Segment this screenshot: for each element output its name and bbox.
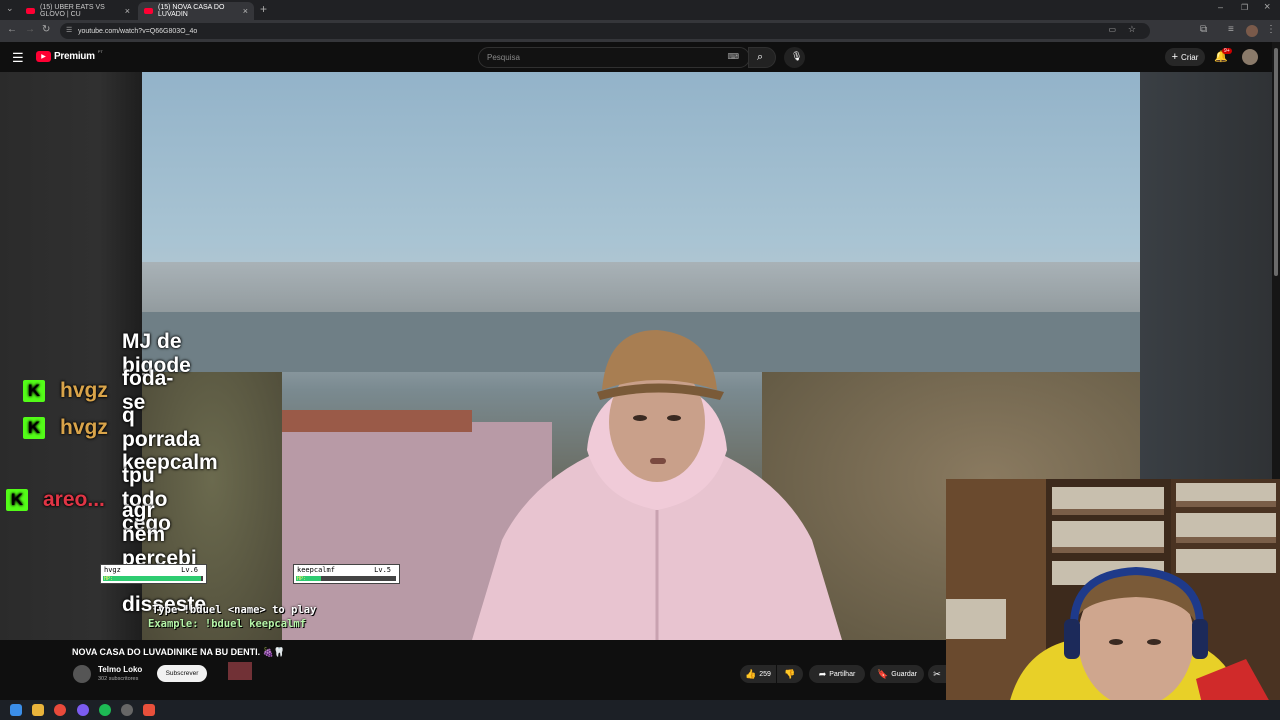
- duel-player-level: Lv.6: [181, 566, 198, 574]
- channel-name[interactable]: Telmo Loko: [98, 665, 142, 674]
- chat-username: hvgz: [60, 416, 108, 439]
- chrome-icon[interactable]: [54, 704, 66, 716]
- hp-bar-fill: [103, 576, 201, 581]
- brave-icon[interactable]: [143, 704, 155, 716]
- address-bar-row: ← → ↻ ☰ youtube.com/watch?v=Q66G803O_4o …: [0, 20, 1280, 42]
- reload-icon[interactable]: ↻: [42, 24, 50, 35]
- back-icon[interactable]: ←: [7, 24, 17, 35]
- chat-overlay: MJ de bigode K hvgz foda-se K hvgz q por…: [0, 72, 420, 640]
- duel-player-card: keepcalmf Lv.5 HP:: [293, 564, 400, 584]
- voice-search-button[interactable]: 🎙: [784, 47, 805, 68]
- close-icon[interactable]: ×: [243, 6, 248, 16]
- create-button[interactable]: + Criar: [1165, 48, 1205, 66]
- kick-badge-icon: K: [6, 489, 28, 511]
- minimize-icon[interactable]: –: [1218, 2, 1223, 12]
- subscriber-count: 302 subscritores: [98, 676, 139, 682]
- windows-taskbar: [0, 700, 1280, 720]
- search-icon: ⌕: [757, 51, 764, 63]
- microphone-icon: 🎙: [791, 51, 803, 61]
- share-button[interactable]: ➦ Partilhar: [809, 665, 865, 683]
- subscribe-button[interactable]: Subscrever: [157, 665, 207, 682]
- hp-label: HP:: [297, 576, 307, 582]
- browser-menu-icon[interactable]: ⋮: [1266, 24, 1276, 35]
- plus-icon: +: [1171, 51, 1179, 63]
- install-icon[interactable]: ▭: [1108, 25, 1116, 34]
- dislike-button[interactable]: 👎: [777, 665, 803, 683]
- site-info-icon[interactable]: ☰: [66, 26, 72, 34]
- keyboard-icon[interactable]: ⌨: [727, 52, 739, 61]
- save-button[interactable]: 🔖 Guardar: [870, 665, 924, 683]
- webcam-scene: [946, 479, 1280, 720]
- file-explorer-icon[interactable]: [32, 704, 44, 716]
- country-code: PT: [97, 49, 103, 54]
- hp-label: HP:: [104, 576, 114, 582]
- url-field[interactable]: ☰ youtube.com/watch?v=Q66G803O_4o ▭ ☆: [60, 23, 1150, 39]
- extensions-icon[interactable]: ⧉: [1200, 24, 1207, 35]
- url-text: youtube.com/watch?v=Q66G803O_4o: [78, 27, 198, 35]
- logo-text: Premium: [54, 51, 95, 62]
- like-button[interactable]: 👍 259: [740, 665, 776, 683]
- media-icon[interactable]: ≡: [1228, 24, 1234, 35]
- browser-tab-1[interactable]: (15) UBER EATS VS GLOVO | CU ×: [20, 2, 136, 20]
- window-close-icon[interactable]: ×: [1264, 1, 1270, 13]
- thumbs-up-icon: 👍: [745, 668, 757, 679]
- youtube-play-logo-icon: ▶: [36, 51, 51, 62]
- share-arrow-icon: ➦: [818, 668, 827, 679]
- search-button[interactable]: ⌕: [748, 47, 776, 68]
- create-label: Criar: [1181, 52, 1199, 62]
- duel-player-name: keepcalmf: [297, 566, 335, 574]
- search-input[interactable]: Pesquisa ⌨: [478, 47, 750, 68]
- profile-avatar[interactable]: [1246, 25, 1258, 37]
- duel-player-name: hvgz: [104, 566, 121, 574]
- scissors-icon: ✂: [933, 668, 941, 679]
- notification-count-badge: 9+: [1222, 48, 1232, 54]
- overlay-sprite-icon: [228, 662, 252, 680]
- spotify-icon[interactable]: [99, 704, 111, 716]
- duel-example: Example: !bduel keepcalmf: [148, 618, 307, 630]
- chat-message: q porrada: [122, 404, 201, 451]
- windows-start-icon[interactable]: [10, 704, 22, 716]
- tab-search-icon[interactable]: ⌄: [6, 3, 14, 14]
- video-info: NOVA CASA DO LUVADINIKE NA BU DENTI. 🍇🦷 …: [0, 640, 946, 700]
- chat-username: hvgz: [60, 379, 108, 402]
- account-avatar[interactable]: [1242, 49, 1258, 65]
- browser-tab-2-active[interactable]: (15) NOVA CASA DO LUVADIN ×: [138, 2, 254, 20]
- duel-player-level: Lv.5: [374, 566, 391, 574]
- hp-bar: [296, 576, 396, 581]
- hp-bar: [103, 576, 203, 581]
- chat-username: areo...: [43, 488, 105, 511]
- channel-avatar[interactable]: [73, 665, 91, 683]
- tab-title: (15) UBER EATS VS GLOVO | CU: [40, 4, 105, 18]
- bookmark-icon: 🔖: [877, 668, 889, 679]
- new-tab-icon[interactable]: +: [260, 2, 267, 16]
- youtube-header: ☰ ▶ Premium PT Pesquisa ⌨ ⌕ 🎙 + Criar 🔔 …: [0, 42, 1280, 72]
- person-in-pink-hoodie: [472, 330, 842, 640]
- duel-instruction: Type !bduel <name> to play: [152, 604, 317, 616]
- close-icon[interactable]: ×: [125, 6, 130, 16]
- clip-button[interactable]: ✂: [928, 665, 946, 683]
- share-label: Partilhar: [829, 670, 856, 678]
- maximize-icon[interactable]: ❐: [1241, 3, 1248, 12]
- thumbs-down-icon: 👎: [784, 668, 796, 679]
- save-label: Guardar: [891, 670, 917, 678]
- video-title: NOVA CASA DO LUVADINIKE NA BU DENTI. 🍇🦷: [72, 647, 286, 657]
- youtube-logo[interactable]: ▶ Premium PT: [36, 49, 103, 62]
- youtube-favicon-icon: [144, 8, 153, 14]
- kick-badge-icon: K: [23, 417, 45, 439]
- kick-badge-icon: K: [23, 380, 45, 402]
- duel-player-card: hvgz Lv.6 HP:: [100, 564, 207, 584]
- hamburger-menu-icon[interactable]: ☰: [12, 50, 24, 66]
- forward-icon[interactable]: →: [25, 24, 35, 35]
- scrollbar-thumb[interactable]: [1274, 48, 1278, 276]
- tab-title: (15) NOVA CASA DO LUVADIN: [158, 4, 225, 18]
- youtube-favicon-icon: [26, 8, 35, 14]
- bookmark-star-icon[interactable]: ☆: [1128, 24, 1136, 35]
- search-placeholder: Pesquisa: [487, 53, 520, 62]
- like-count: 259: [759, 670, 771, 678]
- browser-tab-bar: ⌄ (15) UBER EATS VS GLOVO | CU × (15) NO…: [0, 0, 1280, 20]
- messenger-icon[interactable]: [77, 704, 89, 716]
- webcam-overlay: [946, 479, 1280, 720]
- obs-icon[interactable]: [121, 704, 133, 716]
